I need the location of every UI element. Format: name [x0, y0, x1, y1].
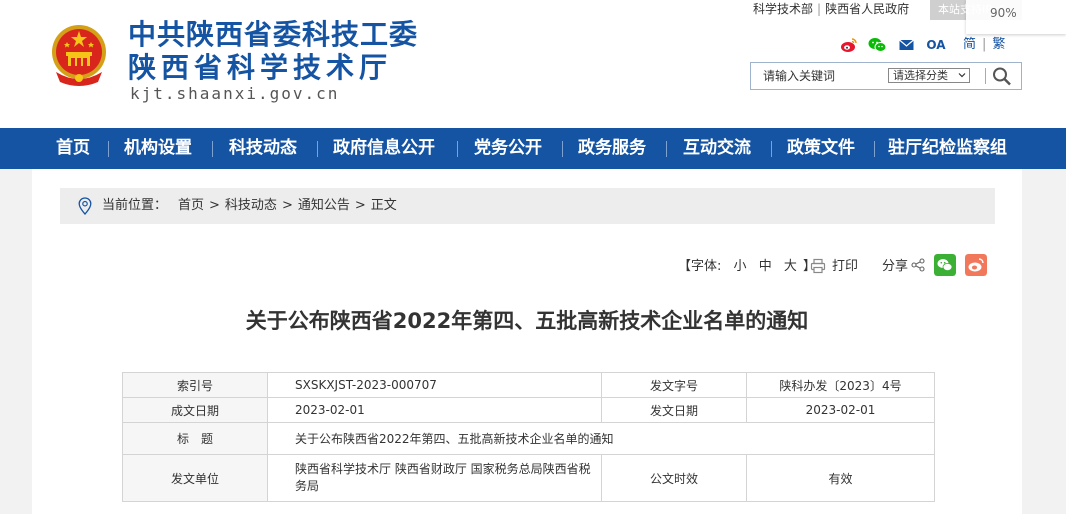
nav-separator — [562, 141, 563, 157]
breadcrumb-label: 当前位置： — [102, 198, 168, 213]
meta-title-label: 标 题 — [122, 422, 268, 455]
search-icon[interactable] — [991, 66, 1013, 86]
share-wechat-icon[interactable] — [934, 254, 956, 276]
meta-title-value: 关于公布陕西省2022年第四、五批高新技术企业名单的通知 — [267, 422, 935, 455]
search-divider — [985, 68, 986, 84]
nav-item-gov-info[interactable]: 政府信息公开 — [333, 128, 435, 169]
nav-separator — [666, 141, 667, 157]
meta-created-value: 2023-02-01 — [267, 397, 602, 423]
breadcrumb: 当前位置： 首页 > 科技动态 > 通知公告 > 正文 — [60, 188, 995, 224]
lang-traditional[interactable]: 繁 — [992, 37, 1005, 52]
site-dept-name: 陕西省科学技术厅 — [128, 51, 393, 84]
nav-item-home[interactable]: 首页 — [56, 128, 90, 169]
lang-separator: | — [982, 37, 987, 52]
meta-docno-label: 发文字号 — [601, 372, 747, 398]
search-box: 请选择分类 — [750, 62, 1022, 90]
nav-separator — [457, 141, 458, 157]
nav-separator — [771, 141, 772, 157]
search-input[interactable] — [763, 67, 883, 85]
top-links: 科学技术部 | 陕西省人民政府 — [753, 1, 909, 17]
site-org-name: 中共陕西省委科技工委 — [128, 18, 419, 51]
meta-issued-value: 2023-02-01 — [746, 397, 935, 423]
article-container: 当前位置： 首页 > 科技动态 > 通知公告 > 正文 【字体: 小 中 大 】 打印 分享 — [32, 169, 1022, 514]
table-row: 成文日期 2023-02-01 发文日期 2023-02-01 — [122, 397, 935, 423]
breadcrumb-trail: 首页 > 科技动态 > 通知公告 > 正文 — [178, 188, 397, 224]
meta-issued-label: 发文日期 — [601, 397, 747, 423]
nav-separator — [317, 141, 318, 157]
meta-created-label: 成文日期 — [122, 397, 268, 423]
share-icon — [911, 258, 925, 272]
lang-simplified[interactable]: 简 — [963, 37, 976, 52]
nav-separator — [874, 141, 875, 157]
site-header: 中共陕西省委科技工委 陕西省科学技术厅 kjt.shaanxi.gov.cn 科… — [0, 0, 1066, 128]
search-category-value: 请选择分类 — [893, 69, 948, 82]
site-domain: kjt.shaanxi.gov.cn — [130, 84, 340, 103]
national-emblem-logo — [52, 25, 106, 86]
nav-item-policy-docs[interactable]: 政策文件 — [787, 128, 855, 169]
search-category-select[interactable]: 请选择分类 — [888, 68, 970, 83]
oa-icon[interactable]: OA — [925, 37, 947, 53]
top-link-shaanxi-gov[interactable]: 陕西省人民政府 — [825, 2, 909, 16]
nav-item-interaction[interactable]: 互动交流 — [683, 128, 751, 169]
nav-item-discipline-inspection[interactable]: 驻厅纪检监察组 — [888, 128, 1007, 169]
print-button[interactable]: 打印 — [832, 255, 858, 279]
font-size-large[interactable]: 大 — [784, 259, 797, 274]
document-meta-table: 索引号 SXSKXJST-2023-000707 发文字号 陕科办发〔2023〕… — [122, 372, 935, 502]
breadcrumb-separator: > — [281, 198, 293, 213]
breadcrumb-current: 正文 — [370, 198, 397, 213]
nav-item-tech-news[interactable]: 科技动态 — [229, 128, 297, 169]
table-row: 发文单位 陕西省科学技术厅 陕西省财政厅 国家税务总局陕西省税务局 公文时效 有… — [122, 454, 935, 502]
breadcrumb-notices[interactable]: 通知公告 — [298, 198, 350, 213]
weibo-icon[interactable] — [840, 37, 858, 53]
table-row: 索引号 SXSKXJST-2023-000707 发文字号 陕科办发〔2023〕… — [122, 372, 935, 398]
nav-item-organization[interactable]: 机构设置 — [124, 128, 192, 169]
wechat-icon[interactable] — [868, 37, 887, 53]
font-size-small[interactable]: 小 — [734, 259, 747, 274]
article-title: 关于公布陕西省2022年第四、五批高新技术企业名单的通知 — [245, 309, 809, 333]
share-label: 分享 — [882, 259, 909, 274]
share-weibo-icon[interactable] — [965, 254, 987, 276]
meta-issuer-value: 陕西省科学技术厅 陕西省财政厅 国家税务总局陕西省税务局 — [267, 454, 602, 502]
nav-separator — [108, 141, 109, 157]
meta-index-value: SXSKXJST-2023-000707 — [267, 372, 602, 398]
breadcrumb-tech-news[interactable]: 科技动态 — [225, 198, 277, 213]
meta-validity-value: 有效 — [746, 454, 935, 502]
font-size-tools: 【字体: 小 中 大 】 — [678, 255, 816, 279]
printer-icon[interactable] — [810, 258, 826, 274]
breadcrumb-separator: > — [354, 198, 366, 213]
main-nav: 首页 机构设置 科技动态 政府信息公开 党务公开 政务服务 互动交流 政策文件 … — [0, 128, 1066, 169]
meta-docno-value: 陕科办发〔2023〕4号 — [746, 372, 935, 398]
chevron-down-icon — [958, 73, 966, 78]
zoom-level-indicator: 90% — [966, 0, 1066, 34]
nav-separator — [212, 141, 213, 157]
meta-validity-label: 公文时效 — [601, 454, 747, 502]
top-link-most[interactable]: 科学技术部 — [753, 2, 813, 16]
location-pin-icon — [78, 197, 92, 215]
table-row: 标 题 关于公布陕西省2022年第四、五批高新技术企业名单的通知 — [122, 422, 935, 455]
breadcrumb-home[interactable]: 首页 — [178, 198, 204, 213]
top-link-separator: | — [817, 2, 822, 16]
font-size-label: 【字体: — [678, 259, 722, 274]
mail-icon[interactable] — [899, 37, 914, 53]
nav-item-party-affairs[interactable]: 党务公开 — [474, 128, 542, 169]
breadcrumb-separator: > — [209, 198, 220, 213]
meta-index-label: 索引号 — [122, 372, 268, 398]
nav-item-gov-services[interactable]: 政务服务 — [578, 128, 646, 169]
font-size-medium[interactable]: 中 — [759, 259, 772, 274]
meta-issuer-label: 发文单位 — [122, 454, 268, 502]
language-switch: 简 | 繁 — [963, 37, 1005, 53]
